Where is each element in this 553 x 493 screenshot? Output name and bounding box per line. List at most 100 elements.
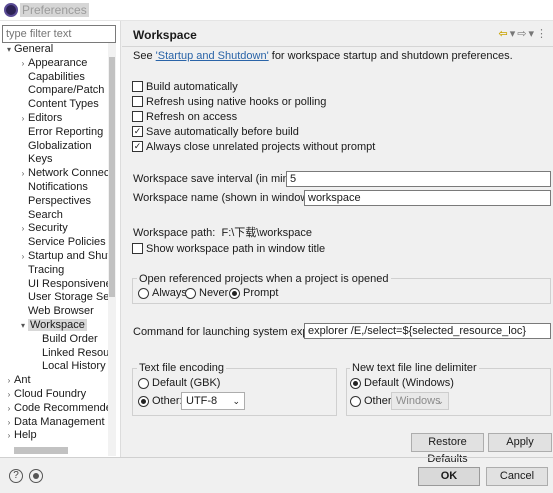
tree-item-keys[interactable]: Keys [0,153,108,167]
close-unrelated-projects-checkbox[interactable]: ✓ Always close unrelated projects withou… [132,139,375,154]
tree-item-label: General [14,43,54,55]
tree-item-ant[interactable]: › Ant [0,374,108,388]
tree-item-label: Local History [42,360,106,373]
radio-button[interactable] [138,377,149,389]
expanded-arrow-icon[interactable]: ▾ [4,43,14,57]
tree-item-perspectives[interactable]: Perspectives [0,195,108,209]
help-icon[interactable]: ? [9,469,23,483]
explorer-command-input[interactable]: explorer /E,/select=${selected_resource_… [304,323,551,339]
tree-item-ui-responsivenes[interactable]: UI Responsivenes [0,278,108,292]
tree-item-local-history[interactable]: Local History [0,360,108,374]
tree-item-globalization[interactable]: Globalization [0,140,108,154]
tree-item-data-management[interactable]: › Data Management [0,416,108,430]
page-title: Workspace [133,28,197,42]
radio-button[interactable] [350,395,361,407]
tree-horizontal-scrollbar-thumb[interactable] [14,447,68,454]
expanded-arrow-icon[interactable]: ▾ [18,319,28,333]
tree-item-service-policies[interactable]: Service Policies [0,236,108,250]
collapsed-arrow-icon[interactable]: › [4,388,14,402]
save-interval-input[interactable]: 5 [286,171,551,187]
tree-item-label: Appearance [28,56,88,69]
forward-menu-chevron-icon[interactable]: ▾ [528,27,534,40]
build-automatically-checkbox[interactable]: Build automatically [132,79,238,94]
checkbox-label: Refresh using native hooks or polling [146,95,327,108]
radio-label: Always [152,287,187,299]
delimiter-default-radio[interactable]: Default (Windows) [350,377,454,389]
radio-never[interactable]: Never [185,287,228,299]
tree-item-tracing[interactable]: Tracing [0,264,108,278]
tree-item-cloud-foundry[interactable]: › Cloud Foundry [0,388,108,402]
tree-item-compare-patch[interactable]: Compare/Patch [0,84,108,98]
tree-item-network-connectio[interactable]: ›Network Connectio [0,167,108,181]
collapsed-arrow-icon[interactable]: › [4,402,14,416]
tree-item-label: Startup and Shutd [28,249,108,262]
collapsed-arrow-icon[interactable]: › [18,222,28,236]
tree-item-capabilities[interactable]: Capabilities [0,71,108,85]
refresh-on-access-checkbox[interactable]: Refresh on access [132,109,237,124]
startup-shutdown-link[interactable]: 'Startup and Shutdown' [156,50,269,62]
apply-button[interactable]: Apply [488,433,552,452]
tree-item-web-browser[interactable]: Web Browser [0,305,108,319]
delimiter-select[interactable]: Windows ⌄ [391,392,449,410]
checkbox-box-checked[interactable]: ✓ [132,141,143,152]
record-macro-icon[interactable] [29,469,43,483]
tree-item-help[interactable]: › Help [0,429,108,443]
workspace-name-input[interactable]: workspace [304,190,551,206]
back-menu-chevron-icon[interactable]: ▾ [510,27,516,40]
show-path-in-title-checkbox[interactable]: Show workspace path in window title [132,241,325,256]
radio-button[interactable] [185,287,196,299]
tree-item-error-reporting[interactable]: Error Reporting [0,126,108,140]
forward-arrow-icon[interactable]: ⇨ [517,27,526,40]
tree-item-appearance[interactable]: › Appearance [0,57,108,71]
tree-item-security[interactable]: › Security [0,222,108,236]
tree-vertical-scrollbar[interactable] [108,43,116,456]
tree-item-workspace[interactable]: ▾ Workspace [0,318,108,333]
collapsed-arrow-icon[interactable]: › [4,416,14,430]
encoding-select[interactable]: UTF-8 ⌄ [181,392,245,410]
encoding-other-radio[interactable]: Other: [138,395,183,407]
radio-button-selected[interactable] [138,395,149,407]
tree-item-editors[interactable]: › Editors [0,112,108,126]
tree-item-label: Cloud Foundry [14,387,87,400]
radio-button[interactable] [138,287,149,299]
checkbox-box[interactable] [132,96,143,107]
radio-button-selected[interactable] [350,377,361,389]
checkbox-box[interactable] [132,81,143,92]
scrollbar-thumb[interactable] [109,57,115,297]
collapsed-arrow-icon[interactable]: › [4,374,14,388]
back-arrow-icon[interactable]: ⇦ [499,27,508,40]
ok-button[interactable]: OK [418,467,480,486]
tree-item-linked-resourc[interactable]: Linked Resourc [0,347,108,361]
tree-item-general[interactable]: ▾ General [0,43,108,57]
checkbox-box[interactable] [132,243,143,254]
collapsed-arrow-icon[interactable]: › [4,429,14,443]
tree-item-label: Code Recommenders [14,401,108,414]
view-menu-icon[interactable]: ⋮ [536,27,547,40]
collapsed-arrow-icon[interactable]: › [18,167,28,181]
checkbox-box[interactable] [132,111,143,122]
radio-always[interactable]: Always [138,287,187,299]
tree-item-label: Service Policies [28,236,106,249]
collapsed-arrow-icon[interactable]: › [18,112,28,126]
collapsed-arrow-icon[interactable]: › [18,57,28,71]
tree-item-label: Tracing [28,263,65,276]
tree-item-notifications[interactable]: Notifications [0,181,108,195]
checkbox-box-checked[interactable]: ✓ [132,126,143,137]
tree-item-build-order[interactable]: Build Order [0,333,108,347]
startup-link-line: See 'Startup and Shutdown' for workspace… [133,50,513,62]
save-before-build-checkbox[interactable]: ✓ Save automatically before build [132,124,299,139]
tree-item-content-types[interactable]: Content Types [0,98,108,112]
tree-item-code-recommenders[interactable]: ›Code Recommenders [0,402,108,416]
refresh-native-hooks-checkbox[interactable]: Refresh using native hooks or polling [132,94,326,109]
encoding-default-radio[interactable]: Default (GBK) [138,377,220,389]
restore-defaults-button[interactable]: Restore Defaults [411,433,484,465]
tree-item-startup-and-shutd[interactable]: › Startup and Shutd [0,250,108,264]
tree-item-user-storage-serv[interactable]: User Storage Serv [0,291,108,305]
filter-input[interactable] [2,25,116,43]
tree-item-search[interactable]: Search [0,209,108,223]
radio-button-selected[interactable] [229,287,240,299]
delimiter-other-radio[interactable]: Other: [350,395,395,407]
collapsed-arrow-icon[interactable]: › [18,250,28,264]
radio-prompt[interactable]: Prompt [229,287,278,299]
cancel-button[interactable]: Cancel [486,467,548,486]
